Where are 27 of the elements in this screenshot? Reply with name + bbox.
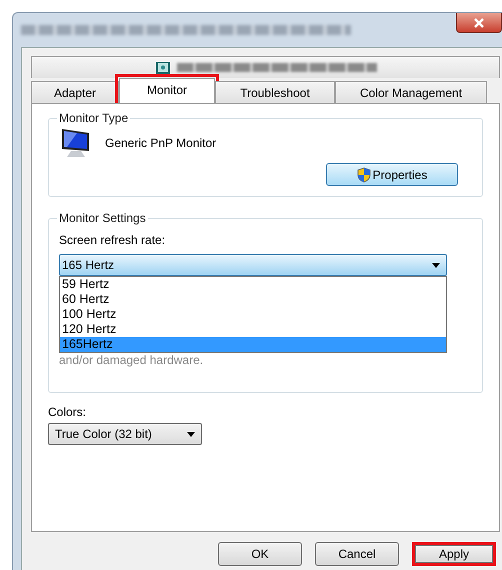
refresh-rate-label: Screen refresh rate: — [59, 233, 166, 247]
close-icon — [473, 18, 485, 28]
dropdown-option[interactable]: 120 Hertz — [60, 322, 446, 337]
refresh-rate-dropdown[interactable]: 165 Hertz — [59, 254, 447, 276]
chip-icon — [154, 60, 170, 76]
dropdown-option[interactable]: 165Hertz — [60, 337, 446, 352]
colors-label: Colors: — [48, 405, 88, 419]
warning-text: and/or damaged hardware. — [59, 353, 204, 367]
tab[interactable]: Troubleshoot — [215, 81, 335, 103]
dropdown-option[interactable]: 100 Hertz — [60, 307, 446, 322]
colors-dropdown[interactable]: True Color (32 bit) — [48, 423, 202, 445]
dialog-button[interactable]: OK — [218, 542, 302, 566]
dropdown-option[interactable]: 59 Hertz — [60, 277, 446, 292]
shield-icon — [356, 166, 371, 182]
properties-button[interactable]: Properties — [326, 163, 458, 186]
dropdown-option[interactable]: 60 Hertz — [60, 292, 446, 307]
close-button[interactable] — [456, 13, 502, 33]
monitor-name: Generic PnP Monitor — [105, 136, 216, 150]
dialog-button[interactable]: Apply — [412, 542, 496, 566]
tab[interactable] — [31, 56, 500, 78]
dialog-button[interactable]: Cancel — [315, 542, 399, 566]
group-title: Monitor Type — [58, 111, 130, 125]
tab[interactable]: Adapter — [31, 81, 119, 103]
group-title: Monitor Settings — [58, 211, 147, 225]
tab[interactable]: Color Management — [335, 81, 487, 103]
caret-icon — [187, 432, 195, 436]
caret-icon — [432, 262, 440, 268]
